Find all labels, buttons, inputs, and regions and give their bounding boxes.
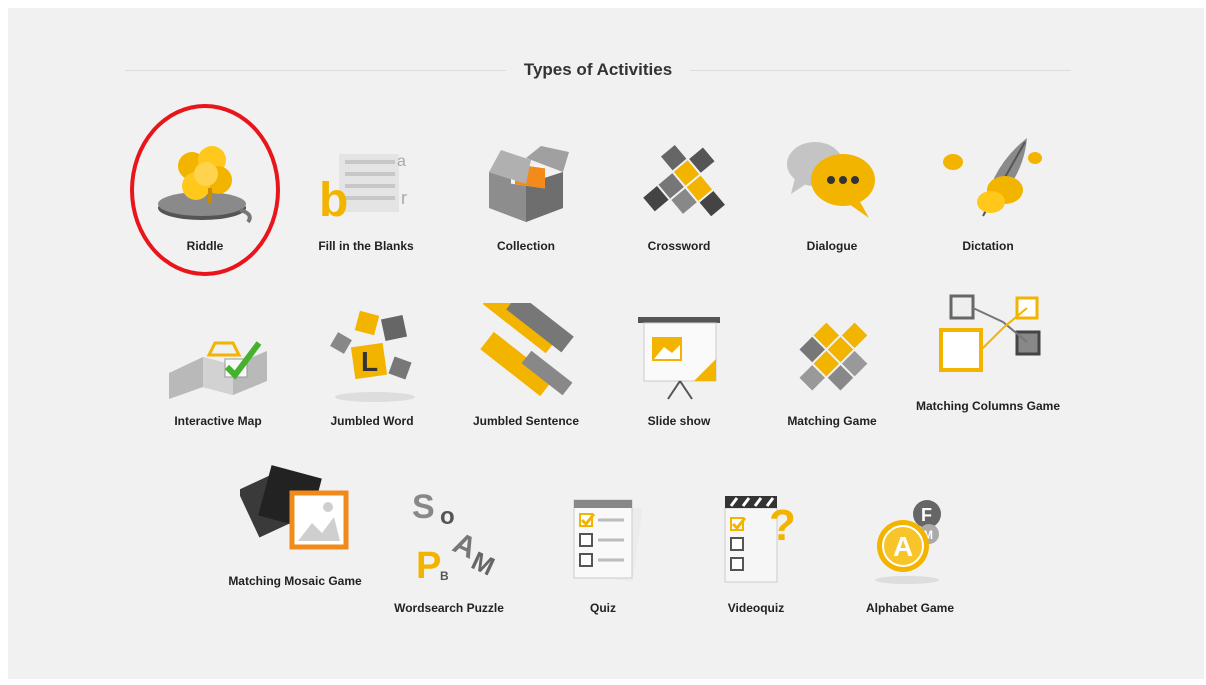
svg-text:?: ?	[769, 501, 796, 550]
speech-bubbles-icon	[787, 142, 875, 218]
activity-label: Matching Mosaic Game	[228, 574, 362, 588]
activity-dictation[interactable]: Dictation	[913, 128, 1063, 256]
crossword-icon	[643, 144, 725, 217]
activity-label: Interactive Map	[174, 414, 262, 428]
svg-text:B: B	[440, 569, 449, 583]
activity-dialogue[interactable]: Dialogue	[757, 128, 907, 256]
letter-blocks-icon: L	[330, 310, 415, 402]
box-icon	[489, 146, 569, 222]
svg-text:o: o	[440, 503, 455, 530]
checklist-icon	[573, 499, 643, 582]
svg-text:a: a	[397, 153, 406, 170]
activity-jumbled-word[interactable]: L Jumbled Word	[297, 303, 447, 431]
activity-wordsearch-puzzle[interactable]: S o A M P B Wordsearch Puzzle	[374, 490, 524, 618]
activity-interactive-map[interactable]: Interactive Map	[143, 303, 293, 431]
activity-label: Matching Game	[787, 414, 877, 428]
svg-text:F: F	[921, 505, 932, 525]
word-strips-icon	[480, 303, 574, 397]
activity-collection[interactable]: Collection	[451, 128, 601, 256]
activity-matching-columns-game[interactable]: Matching Columns Game	[913, 288, 1063, 416]
activity-label: Quiz	[590, 601, 616, 615]
activity-label: Alphabet Game	[865, 601, 955, 615]
projector-screen-icon	[638, 317, 720, 400]
activity-label: Dialogue	[806, 239, 858, 253]
activity-label: Videoquiz	[727, 601, 785, 615]
activity-alphabet-game[interactable]: F M A Alphabet Game	[835, 490, 985, 618]
video-checklist-icon: ?	[724, 496, 796, 583]
svg-text:b: b	[319, 174, 348, 227]
page-title: Types of Activities	[505, 60, 691, 80]
activity-riddle[interactable]: Riddle	[130, 128, 280, 256]
activity-label: Crossword	[647, 239, 711, 253]
activity-jumbled-sentence[interactable]: Jumbled Sentence	[451, 303, 601, 431]
activity-label: Jumbled Sentence	[472, 414, 580, 428]
activity-label: Collection	[496, 239, 555, 253]
activity-label: Slide show	[647, 414, 711, 428]
letters-icon: b a r	[319, 153, 407, 227]
mosaic-tiles-icon	[240, 465, 349, 550]
svg-text:P: P	[416, 545, 441, 587]
alphabet-circles-icon: F M A	[875, 500, 941, 584]
matching-blocks-icon	[799, 322, 868, 391]
map-icon	[169, 341, 267, 399]
svg-text:r: r	[401, 188, 407, 208]
connected-squares-icon	[939, 294, 1041, 372]
activity-videoquiz[interactable]: ? Videoquiz	[681, 490, 831, 618]
scattered-letters-icon: S o A M P B	[412, 490, 499, 587]
activity-label: Jumbled Word	[330, 414, 414, 428]
activity-matching-game[interactable]: Matching Game	[757, 303, 907, 431]
activity-label: Fill in the Blanks	[318, 239, 414, 253]
section-heading: Types of Activities	[125, 60, 1071, 80]
activity-fill-in-the-blanks[interactable]: b a r Fill in the Blanks	[291, 128, 441, 256]
activity-slide-show[interactable]: Slide show	[604, 303, 754, 431]
activity-matching-mosaic-game[interactable]: Matching Mosaic Game	[220, 463, 370, 591]
activity-quiz[interactable]: Quiz	[528, 490, 678, 618]
activity-label: Dictation	[962, 239, 1014, 253]
activity-label: Matching Columns Game	[915, 399, 1061, 413]
activity-label: Riddle	[186, 239, 224, 253]
activity-crossword[interactable]: Crossword	[604, 128, 754, 256]
activity-label: Wordsearch Puzzle	[394, 601, 504, 615]
quill-icon	[943, 138, 1042, 217]
clover-icon	[158, 146, 252, 224]
svg-text:S: S	[412, 490, 435, 526]
svg-text:L: L	[361, 346, 378, 377]
svg-text:A: A	[893, 531, 913, 562]
